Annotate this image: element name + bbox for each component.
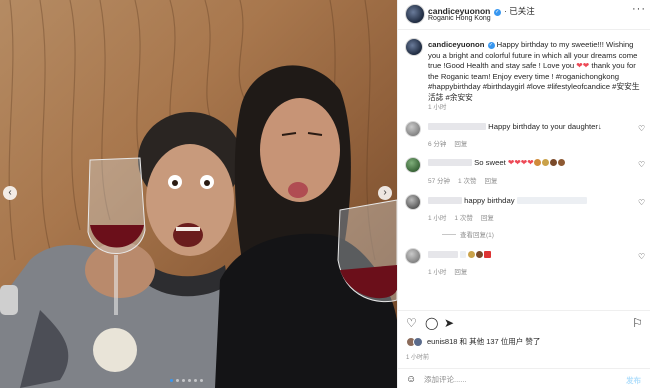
- add-comment-bar: ☺ 发布: [398, 368, 650, 388]
- comment-item: [428, 250, 628, 260]
- like-comment-heart-icon[interactable]: ♡: [638, 124, 645, 133]
- liker-avatars: [406, 336, 424, 347]
- comment-text: So sweet: [474, 158, 506, 167]
- red-heart-emoji-icon: ❤❤❤❤: [507, 158, 534, 167]
- comment-meta: 57 分钟 1 次赞 回复: [428, 175, 497, 185]
- comment-meta: 6 分钟 回复: [428, 138, 467, 148]
- comment-icon[interactable]: ◯: [425, 317, 438, 329]
- view-replies-label: 查看回复(1): [460, 232, 494, 239]
- red-envelope-emoji-icon: [484, 251, 492, 258]
- view-replies-button[interactable]: 查看回复(1): [442, 229, 494, 239]
- carousel-dot: [194, 379, 197, 382]
- comment-time: 1 小时: [428, 269, 447, 276]
- carousel-dot: [170, 379, 173, 382]
- likes-text: eunis818 和 其他 137 位用户 赞了: [427, 337, 541, 346]
- next-photo-button[interactable]: ›: [378, 186, 392, 200]
- pointing-hand-emoji-icon: ↓: [597, 122, 602, 131]
- red-heart-emoji-icon: ❤: [582, 61, 590, 70]
- commenter-username[interactable]: [428, 159, 472, 166]
- cake-emoji-icon: [557, 159, 565, 166]
- commenter-username[interactable]: [428, 197, 462, 204]
- emoji-row: [468, 250, 492, 259]
- previous-photo-button[interactable]: ‹: [3, 186, 17, 200]
- liker-avatar: [413, 336, 423, 347]
- comment-item: Happy birthday to your daughter↓: [428, 122, 628, 132]
- carousel-dot: [188, 379, 191, 382]
- commenter-username[interactable]: [428, 123, 486, 130]
- commenter-avatar[interactable]: [405, 121, 421, 137]
- post-header: candiceyuonon ✓ · 已关注 Roganic Hong Kong …: [398, 0, 650, 30]
- commenter-avatar[interactable]: [405, 194, 421, 210]
- caption-timestamp: 1 小时: [428, 104, 447, 111]
- verified-badge-icon: ✓: [487, 42, 495, 49]
- author-avatar[interactable]: [405, 4, 425, 24]
- follow-status[interactable]: · 已关注: [504, 6, 535, 16]
- carousel-dot: [182, 379, 185, 382]
- comment-meta: 1 小时 1 次赞 回复: [428, 212, 494, 222]
- carousel-dot: [200, 379, 203, 382]
- reply-button[interactable]: 回复: [454, 266, 467, 276]
- caption-avatar[interactable]: [405, 38, 423, 56]
- caption-username[interactable]: candiceyuonon: [428, 40, 484, 49]
- party-emoji-icon: [533, 159, 541, 166]
- more-options-icon[interactable]: ···: [632, 3, 646, 15]
- party-emoji-icon: [541, 159, 549, 166]
- emoji-icon[interactable]: ☺: [406, 374, 416, 385]
- reply-divider-line: [442, 234, 456, 235]
- like-comment-heart-icon[interactable]: ♡: [638, 160, 645, 169]
- comment-time: 1 小时: [428, 215, 447, 222]
- comment-text: Happy birthday to your daughter: [488, 122, 598, 131]
- post-timestamp: 1 小时前: [406, 355, 430, 361]
- commenter-avatar[interactable]: [405, 157, 421, 173]
- photo-scene: [0, 0, 397, 388]
- likes-summary[interactable]: eunis818 和 其他 137 位用户 赞了: [406, 336, 540, 347]
- comment-like-count[interactable]: 1 次赞: [454, 212, 472, 222]
- carousel-dots: [170, 379, 203, 382]
- reply-button[interactable]: 回复: [481, 212, 494, 222]
- like-comment-heart-icon[interactable]: ♡: [638, 198, 645, 207]
- post-caption: candiceyuonon ✓ Happy birthday to my swe…: [428, 40, 646, 114]
- comment-item: happy birthday: [428, 196, 628, 206]
- add-comment-input[interactable]: [424, 372, 604, 386]
- commenter-username[interactable]: [428, 251, 458, 258]
- cake-emoji-icon: [476, 251, 484, 258]
- like-comment-heart-icon[interactable]: ♡: [638, 252, 645, 261]
- redacted-text: [516, 197, 587, 204]
- post-side-panel: candiceyuonon ✓ · 已关注 Roganic Hong Kong …: [397, 0, 650, 388]
- comment-text: happy birthday: [464, 196, 515, 205]
- redacted-text: [460, 251, 467, 258]
- cake-emoji-icon: [549, 159, 557, 166]
- comment-like-count[interactable]: 1 次赞: [458, 175, 476, 185]
- bookmark-icon[interactable]: ⚐: [632, 317, 643, 329]
- post-comment-button[interactable]: 发布: [626, 375, 641, 386]
- comment-meta: 1 小时 回复: [428, 266, 467, 276]
- reply-button[interactable]: 回复: [484, 175, 497, 185]
- emoji-row: ❤❤❤❤: [508, 158, 566, 167]
- post-photo[interactable]: ‹ ›: [0, 0, 397, 388]
- post-action-bar: ♡ ◯ ➤ ⚐: [398, 310, 650, 329]
- verified-badge-icon: ✓: [493, 9, 501, 16]
- commenter-avatar[interactable]: [405, 248, 421, 264]
- heart-icon[interactable]: ♡: [406, 317, 417, 329]
- carousel-dot: [176, 379, 179, 382]
- reply-button[interactable]: 回复: [454, 138, 467, 148]
- comment-time: 57 分钟: [428, 178, 451, 185]
- comment-item: So sweet ❤❤❤❤: [428, 158, 628, 168]
- post-location[interactable]: Roganic Hong Kong: [428, 15, 491, 22]
- share-icon[interactable]: ➤: [444, 317, 454, 329]
- comment-time: 6 分钟: [428, 141, 447, 148]
- party-emoji-icon: [468, 251, 476, 258]
